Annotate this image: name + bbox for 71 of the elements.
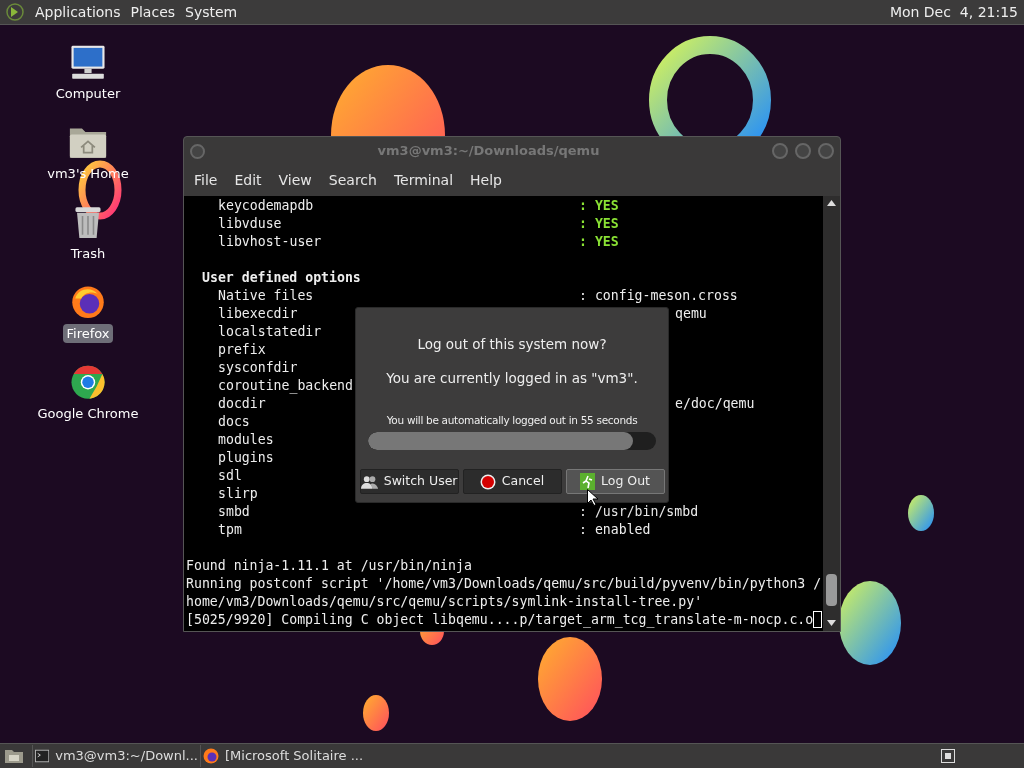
dialog-button[interactable]: Cancel: [462, 469, 562, 495]
desktop-icon[interactable]: Google Chrome: [34, 365, 142, 423]
dialog-question: Log out of this system now?: [417, 335, 607, 354]
option-name: sysconfdir: [218, 360, 298, 375]
icon-label: Firefox: [63, 323, 113, 343]
option-name: localstatedir: [218, 324, 322, 339]
workspace-icon[interactable]: [941, 749, 955, 763]
menu-item[interactable]: Search: [321, 170, 384, 191]
menu-item[interactable]: View: [271, 170, 319, 191]
firefox-icon: [203, 748, 219, 764]
option-value: : /usr/bin/smbd: [579, 503, 699, 521]
terminal-heading: User defined options: [202, 269, 361, 287]
panel-menu[interactable]: System: [180, 1, 243, 23]
clock[interactable]: Mon Dec 4, 21:15: [889, 1, 1018, 23]
option-name: keycodemapdb: [218, 198, 314, 213]
countdown-text: You will be automatically logged out in 55 seconds: [386, 412, 638, 428]
option-value: : config-meson.cross: [579, 287, 738, 305]
panel-menu[interactable]: Places: [125, 1, 181, 23]
terminal-line: Found ninja-1.11.1 at /usr/bin/ninja: [186, 557, 472, 575]
taskbar-item[interactable]: vm3@vm3:~/Downl...: [32, 745, 200, 767]
mouse-pointer-icon: [587, 489, 598, 506]
menu-item[interactable]: Edit: [227, 170, 269, 191]
option-value: : enabled: [579, 521, 651, 539]
text-cursor: [813, 611, 823, 628]
option-name: libvhost-user: [218, 234, 322, 249]
option-value: e/doc/qemu: [675, 395, 755, 413]
taskbar-item[interactable]: [Microsoft Solitaire ...: [200, 745, 368, 767]
scrollbar[interactable]: [823, 196, 840, 631]
users-icon: [360, 473, 378, 490]
show-desktop-icon[interactable]: [4, 748, 24, 764]
option-name: plugins: [218, 450, 274, 465]
option-name: prefix: [218, 342, 266, 357]
option-name: libexecdir: [218, 306, 298, 321]
terminal-line: Running postconf script '/home/vm3/Downloads/qemu/src/build/pyvenv/bin/python3 /: [186, 575, 822, 593]
scroll-down-icon[interactable]: [827, 620, 836, 626]
dialog-button[interactable]: Log Out: [565, 469, 665, 495]
option-value: : YES: [579, 233, 619, 251]
menu-item[interactable]: Help: [463, 170, 509, 191]
menu-item[interactable]: Terminal: [386, 170, 461, 191]
option-name: coroutine_backend: [218, 378, 353, 393]
icon-label: Trash: [69, 244, 107, 263]
option-value: qemu: [675, 305, 707, 323]
stop-icon: [479, 473, 496, 490]
menu-item[interactable]: File: [187, 170, 225, 191]
option-name: sdl: [218, 468, 242, 483]
desktop-icon[interactable]: Computer: [52, 45, 124, 103]
option-value: : YES: [579, 215, 619, 233]
window-title: vm3@vm3:~/Downloads/qemu: [376, 142, 601, 161]
option-name: tpm: [218, 522, 242, 537]
option-name: docs: [218, 414, 250, 429]
terminal-line: home/vm3/Downloads/qemu/src/qemu/scripts/symlink-install-tree.py': [186, 593, 703, 611]
terminal-icon: [35, 749, 50, 763]
option-name: docdir: [218, 396, 266, 411]
option-name: modules: [218, 432, 274, 447]
desktop-icon[interactable]: Firefox: [63, 285, 113, 343]
option-value: : YES: [579, 197, 619, 215]
icon-label: Computer: [54, 84, 122, 103]
option-name: Native files: [218, 288, 314, 303]
scrollbar-thumb[interactable]: [826, 574, 837, 606]
logo-icon: [6, 3, 24, 21]
desktop-icon[interactable]: Trash: [67, 205, 109, 263]
scroll-up-icon[interactable]: [827, 200, 836, 206]
exit-icon: [580, 473, 595, 491]
terminal-line: [5025/9920] Compiling C object libqemu....p/target_arm_tcg_translate-m-nocp.c.o: [186, 611, 814, 629]
panel-menu[interactable]: Applications: [30, 1, 126, 23]
option-name: libvduse: [218, 216, 282, 231]
dialog-message: You are currently logged in as "vm3".: [386, 369, 638, 389]
dialog-button[interactable]: Switch User: [359, 469, 459, 495]
icon-label: Google Chrome: [36, 404, 140, 423]
option-name: slirp: [218, 486, 258, 501]
option-name: smbd: [218, 504, 250, 519]
